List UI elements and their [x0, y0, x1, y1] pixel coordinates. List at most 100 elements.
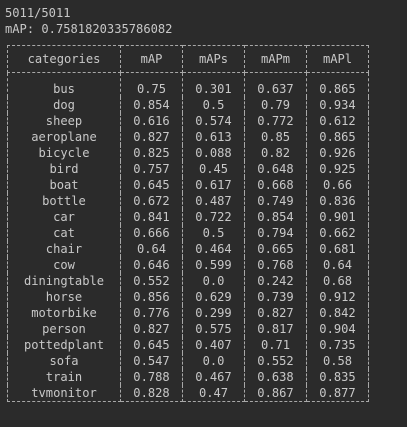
maps-cell: 0.613	[182, 129, 245, 145]
mapm-cell: 0.242	[244, 273, 307, 289]
table-row: bus 0.75 0.301 0.637 0.865	[7, 72, 369, 97]
mapm-cell: 0.827	[244, 305, 307, 321]
mapl-cell: 0.612	[306, 113, 369, 129]
mapl-cell: 0.877	[306, 385, 369, 402]
map-cell: 0.672	[120, 193, 183, 209]
map-line: mAP: 0.7581820335786082	[5, 22, 173, 36]
table-row: person 0.827 0.575 0.817 0.904	[7, 321, 369, 337]
mapm-cell: 0.638	[244, 369, 307, 385]
results-table: categories mAP mAPs mAPm mAPl bus 0.75 0.3…	[7, 45, 369, 402]
mapl-cell: 0.901	[306, 209, 369, 225]
maps-cell: 0.45	[182, 161, 245, 177]
table-row: motorbike 0.776 0.299 0.827 0.842	[7, 305, 369, 321]
mapl-cell: 0.68	[306, 273, 369, 289]
header-map: mAP	[120, 45, 183, 73]
table-row: dog 0.854 0.5 0.79 0.934	[7, 97, 369, 113]
maps-cell: 0.617	[182, 177, 245, 193]
mapm-cell: 0.637	[244, 72, 307, 97]
map-cell: 0.547	[120, 353, 183, 369]
mapl-cell: 0.735	[306, 337, 369, 353]
mapm-cell: 0.854	[244, 209, 307, 225]
category-cell: chair	[7, 241, 121, 257]
category-cell: cat	[7, 225, 121, 241]
header-mapl: mAPl	[306, 45, 369, 73]
maps-cell: 0.575	[182, 321, 245, 337]
mapl-cell: 0.926	[306, 145, 369, 161]
maps-cell: 0.467	[182, 369, 245, 385]
maps-cell: 0.301	[182, 72, 245, 97]
category-cell: bus	[7, 72, 121, 97]
mapl-cell: 0.865	[306, 72, 369, 97]
table-row: boat 0.645 0.617 0.668 0.66	[7, 177, 369, 193]
maps-cell: 0.0	[182, 353, 245, 369]
mapl-cell: 0.934	[306, 97, 369, 113]
mapm-cell: 0.71	[244, 337, 307, 353]
category-cell: diningtable	[7, 273, 121, 289]
mapm-cell: 0.817	[244, 321, 307, 337]
mapm-cell: 0.79	[244, 97, 307, 113]
map-cell: 0.828	[120, 385, 183, 402]
maps-cell: 0.722	[182, 209, 245, 225]
map-cell: 0.856	[120, 289, 183, 305]
category-cell: tvmonitor	[7, 385, 121, 402]
map-cell: 0.645	[120, 177, 183, 193]
maps-cell: 0.47	[182, 385, 245, 402]
table-row: chair 0.64 0.464 0.665 0.681	[7, 241, 369, 257]
map-cell: 0.854	[120, 97, 183, 113]
mapl-cell: 0.58	[306, 353, 369, 369]
table-row: horse 0.856 0.629 0.739 0.912	[7, 289, 369, 305]
table-row: sofa 0.547 0.0 0.552 0.58	[7, 353, 369, 369]
table-row: cow 0.646 0.599 0.768 0.64	[7, 257, 369, 273]
table-body: bus 0.75 0.301 0.637 0.865 dog 0.854 0.5 0.79 0.9…	[7, 72, 369, 402]
header-categories: categories	[7, 45, 121, 73]
category-cell: bird	[7, 161, 121, 177]
maps-cell: 0.574	[182, 113, 245, 129]
table-row: cat 0.666 0.5 0.794 0.662	[7, 225, 369, 241]
category-cell: sofa	[7, 353, 121, 369]
category-cell: aeroplane	[7, 129, 121, 145]
category-cell: car	[7, 209, 121, 225]
terminal-output: 5011/5011 mAP: 0.7581820335786082 catego…	[0, 0, 407, 427]
table-row: bicycle 0.825 0.088 0.82 0.926	[7, 145, 369, 161]
category-cell: bicycle	[7, 145, 121, 161]
mapl-cell: 0.64	[306, 257, 369, 273]
table-row: sheep 0.616 0.574 0.772 0.612	[7, 113, 369, 129]
category-cell: dog	[7, 97, 121, 113]
table-row: tvmonitor 0.828 0.47 0.867 0.877	[7, 385, 369, 402]
header-mapm: mAPm	[244, 45, 307, 73]
mapm-cell: 0.768	[244, 257, 307, 273]
mapl-cell: 0.865	[306, 129, 369, 145]
map-cell: 0.666	[120, 225, 183, 241]
map-cell: 0.616	[120, 113, 183, 129]
map-cell: 0.64	[120, 241, 183, 257]
category-cell: horse	[7, 289, 121, 305]
table-header-row: categories mAP mAPs mAPm mAPl	[7, 45, 369, 73]
maps-cell: 0.5	[182, 97, 245, 113]
maps-cell: 0.464	[182, 241, 245, 257]
mapm-cell: 0.668	[244, 177, 307, 193]
mapm-cell: 0.82	[244, 145, 307, 161]
map-cell: 0.776	[120, 305, 183, 321]
mapl-cell: 0.835	[306, 369, 369, 385]
category-cell: pottedplant	[7, 337, 121, 353]
table-row: bottle 0.672 0.487 0.749 0.836	[7, 193, 369, 209]
table-row: bird 0.757 0.45 0.648 0.925	[7, 161, 369, 177]
mapl-cell: 0.66	[306, 177, 369, 193]
mapm-cell: 0.739	[244, 289, 307, 305]
map-cell: 0.552	[120, 273, 183, 289]
mapl-cell: 0.904	[306, 321, 369, 337]
maps-cell: 0.0	[182, 273, 245, 289]
maps-cell: 0.599	[182, 257, 245, 273]
mapl-cell: 0.681	[306, 241, 369, 257]
table-row: diningtable 0.552 0.0 0.242 0.68	[7, 273, 369, 289]
maps-cell: 0.629	[182, 289, 245, 305]
maps-cell: 0.407	[182, 337, 245, 353]
map-cell: 0.645	[120, 337, 183, 353]
category-cell: motorbike	[7, 305, 121, 321]
map-cell: 0.75	[120, 72, 183, 97]
maps-cell: 0.088	[182, 145, 245, 161]
table-row: aeroplane 0.827 0.613 0.85 0.865	[7, 129, 369, 145]
mapl-cell: 0.912	[306, 289, 369, 305]
progress-line: 5011/5011	[5, 6, 71, 20]
mapm-cell: 0.749	[244, 193, 307, 209]
